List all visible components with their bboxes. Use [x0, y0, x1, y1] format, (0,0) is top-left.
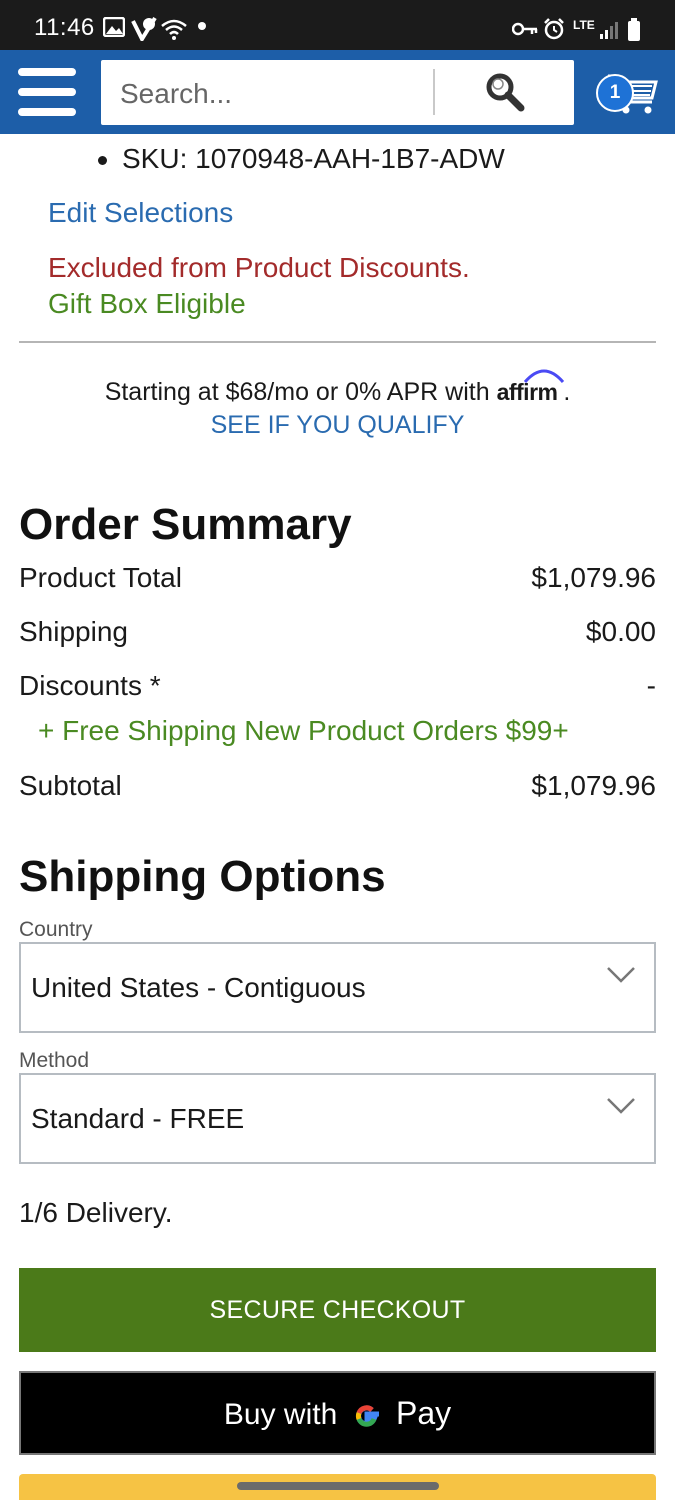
country-selected-value: United States - Contiguous	[31, 972, 366, 1003]
search-input[interactable]: Search...	[120, 78, 232, 110]
gpay-pay-text: Pay	[395, 1395, 452, 1431]
sku-list-item: SKU: 1070948-AAH-1B7-ADW	[98, 143, 505, 175]
cart-count-badge: 1	[596, 74, 634, 112]
method-selected-value: Standard - FREE	[31, 1103, 245, 1134]
shipping-label: Shipping	[19, 616, 128, 647]
shipping-value: $0.00	[585, 616, 656, 647]
discount-exclusion-notice: Excluded from Product Discounts.	[48, 252, 470, 283]
country-label: Country	[19, 918, 93, 941]
affirm-logo: affirm	[497, 369, 564, 405]
discounts-label: Discounts *	[19, 670, 161, 701]
see-if-you-qualify-link[interactable]: SEE IF YOU QUALIFY	[0, 411, 675, 440]
chevron-down-icon	[607, 1098, 635, 1114]
wifi-icon	[161, 19, 187, 40]
discounts-value: -	[646, 670, 656, 701]
signal-icon	[600, 22, 618, 39]
free-shipping-promo: + Free Shipping New Product Orders $99+	[38, 715, 569, 746]
affirm-financing-message: Starting at $68/mo or 0% APR with affirm…	[0, 369, 675, 407]
method-label: Method	[19, 1049, 90, 1072]
status-bar: 11:46 LTE	[0, 0, 675, 50]
shield-check-icon	[131, 16, 157, 41]
search-bar[interactable]: Search...	[101, 60, 574, 125]
google-pay-content: Buy with Pay	[21, 1395, 654, 1432]
affirm-arc-icon	[523, 369, 564, 384]
secure-checkout-button[interactable]: SECURE CHECKOUT	[19, 1268, 656, 1352]
section-divider	[19, 341, 656, 343]
order-summary-heading: Order Summary	[19, 500, 352, 549]
vpn-key-icon	[512, 22, 538, 36]
hamburger-menu-icon[interactable]	[18, 68, 76, 116]
sku-text: SKU: 1070948-AAH-1B7-ADW	[122, 143, 505, 174]
site-header: Search... 1	[0, 50, 675, 134]
cart-button[interactable]: 1	[592, 68, 660, 118]
product-total-value: $1,079.96	[531, 562, 656, 593]
shipping-options-heading: Shipping Options	[19, 852, 386, 901]
edit-selections-link[interactable]: Edit Selections	[48, 197, 233, 229]
status-time: 11:46	[34, 14, 95, 41]
subtotal-value: $1,079.96	[531, 770, 656, 801]
network-type-label: LTE	[573, 18, 595, 32]
country-select[interactable]: United States - Contiguous	[19, 942, 656, 1033]
shipping-method-select[interactable]: Standard - FREE	[19, 1073, 656, 1164]
notification-dot	[198, 22, 206, 30]
subtotal-label: Subtotal	[19, 770, 122, 801]
google-pay-button[interactable]: Buy with Pay	[19, 1371, 656, 1455]
affirm-text: Starting at $68/mo or 0% APR with	[104, 378, 490, 406]
home-indicator[interactable]	[237, 1482, 439, 1490]
gpay-buy-with-text: Buy with	[223, 1398, 338, 1431]
chevron-down-icon	[607, 967, 635, 983]
battery-icon	[628, 18, 640, 41]
product-total-label: Product Total	[19, 562, 182, 593]
delivery-estimate: 1/6 Delivery.	[19, 1197, 173, 1228]
search-button[interactable]	[435, 60, 574, 125]
search-icon	[486, 73, 525, 112]
google-g-icon	[355, 1405, 379, 1427]
gallery-icon	[103, 17, 125, 37]
gift-box-eligible-text: Gift Box Eligible	[48, 288, 246, 319]
alarm-icon	[544, 18, 564, 40]
